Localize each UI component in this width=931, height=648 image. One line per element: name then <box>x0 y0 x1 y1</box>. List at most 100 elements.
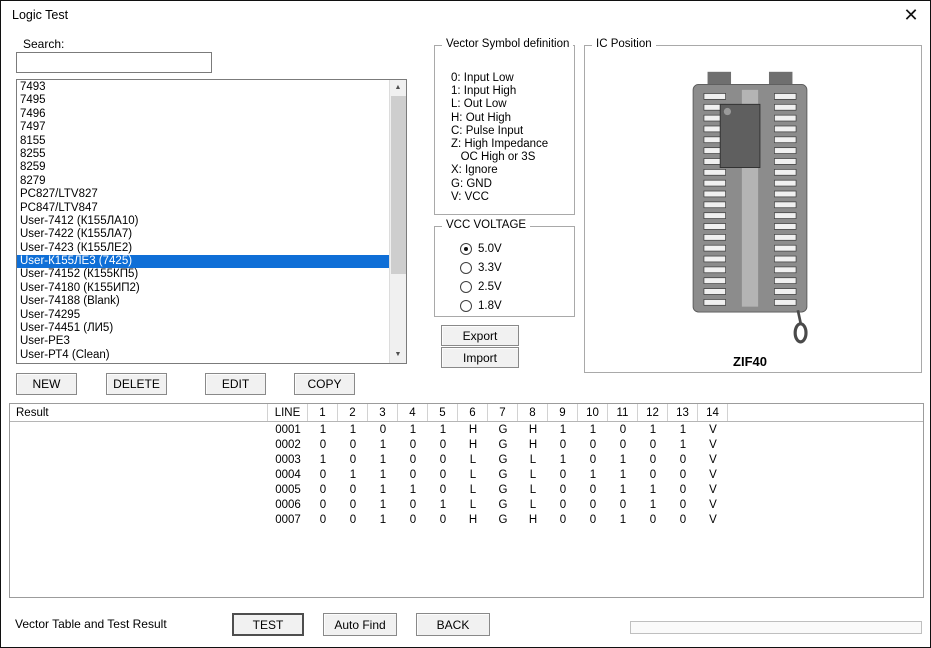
value-cell: 0 <box>638 512 668 527</box>
edit-button[interactable]: EDIT <box>205 373 266 395</box>
list-item[interactable]: User-РТ4 (Clean) <box>17 349 389 362</box>
pin-column-header[interactable]: 12 <box>638 404 668 421</box>
value-cell: 0 <box>398 467 428 482</box>
pin-column-header[interactable]: 9 <box>548 404 578 421</box>
list-item[interactable]: PC847/LTV847 <box>17 202 389 215</box>
pin-column-header[interactable]: 3 <box>368 404 398 421</box>
list-item[interactable]: User-7423 (К155ЛЕ2) <box>17 242 389 255</box>
value-cell: H <box>458 422 488 437</box>
value-cell: G <box>488 497 518 512</box>
list-item[interactable]: User-74188 (Blank) <box>17 295 389 308</box>
test-button[interactable]: TEST <box>232 613 304 636</box>
pin-column-header[interactable]: 14 <box>698 404 728 421</box>
list-item[interactable]: 7496 <box>17 108 389 121</box>
list-item[interactable]: 8279 <box>17 175 389 188</box>
radio-icon <box>460 300 472 312</box>
list-item[interactable]: User-7412 (К155ЛА10) <box>17 215 389 228</box>
value-cell: 1 <box>608 482 638 497</box>
list-item[interactable]: User-74451 (ЛИ5) <box>17 322 389 335</box>
value-cell: L <box>458 482 488 497</box>
list-item[interactable]: 8255 <box>17 148 389 161</box>
value-cell: 0 <box>338 497 368 512</box>
list-item[interactable]: 7497 <box>17 121 389 134</box>
pin-column-header[interactable]: 13 <box>668 404 698 421</box>
value-cell: V <box>698 452 728 467</box>
list-scrollbar[interactable]: ▲ ▼ <box>389 80 406 363</box>
value-cell: G <box>488 482 518 497</box>
value-cell: 0 <box>338 452 368 467</box>
device-listbox[interactable]: 74937495749674978155825582598279PC827/LT… <box>16 79 407 364</box>
value-cell: H <box>458 437 488 452</box>
pin-column-header[interactable]: 1 <box>308 404 338 421</box>
value-cell: 0 <box>608 497 638 512</box>
pin-column-header[interactable]: 7 <box>488 404 518 421</box>
vcc-options: 5.0V3.3V2.5V 1.8V <box>435 227 574 315</box>
table-row[interactable]: 000401100LGL01100V <box>10 467 923 482</box>
close-icon[interactable]: ✕ <box>897 2 925 28</box>
table-row[interactable]: 000310100LGL10100V <box>10 452 923 467</box>
value-cell: 0 <box>368 422 398 437</box>
vcc-option[interactable]: 3.3V <box>435 258 574 277</box>
vcc-option[interactable]: 1.8V <box>435 296 574 315</box>
vcc-option-label: 1.8V <box>478 300 502 312</box>
export-button[interactable]: Export <box>441 325 519 346</box>
result-table-header: Result LINE 1234567891011121314 <box>10 404 923 422</box>
pin-column-header[interactable]: 11 <box>608 404 638 421</box>
new-button[interactable]: NEW <box>16 373 77 395</box>
copy-button[interactable]: COPY <box>294 373 355 395</box>
table-row[interactable]: 000200100HGH00001V <box>10 437 923 452</box>
pin-column-header[interactable]: 5 <box>428 404 458 421</box>
pin-column-header[interactable]: 8 <box>518 404 548 421</box>
value-cell: G <box>488 437 518 452</box>
value-cell: 0 <box>428 512 458 527</box>
value-cell: 0 <box>428 482 458 497</box>
table-row[interactable]: 000111011HGH11011V <box>10 422 923 437</box>
header-filler <box>728 404 923 421</box>
scroll-down-icon[interactable]: ▼ <box>390 347 406 363</box>
table-row[interactable]: 000600101LGL00010V <box>10 497 923 512</box>
search-input[interactable] <box>16 52 212 73</box>
table-row[interactable]: 000700100HGH00100V <box>10 512 923 527</box>
value-cell: 1 <box>308 452 338 467</box>
pin-column-header[interactable]: 4 <box>398 404 428 421</box>
list-item[interactable]: 7493 <box>17 81 389 94</box>
ic-position-group-title: IC Position <box>592 38 656 50</box>
value-cell: G <box>488 452 518 467</box>
value-cell: 1 <box>608 467 638 482</box>
vector-symbol-line: X: Ignore <box>451 164 574 177</box>
vcc-option[interactable]: 2.5V <box>435 277 574 296</box>
table-row[interactable]: 000500110LGL00110V <box>10 482 923 497</box>
value-cell: V <box>698 482 728 497</box>
vector-symbol-line: OC High or 3S <box>451 151 574 164</box>
value-cell: 1 <box>368 482 398 497</box>
value-cell: L <box>518 452 548 467</box>
line-column-header[interactable]: LINE <box>268 404 308 421</box>
value-cell: 0 <box>338 437 368 452</box>
auto-find-button[interactable]: Auto Find <box>323 613 397 636</box>
line-cell: 0006 <box>268 497 308 512</box>
list-item[interactable]: User-РЕ3 <box>17 335 389 348</box>
result-cell <box>10 497 268 512</box>
list-item[interactable]: User-74180 (К155ИП2) <box>17 282 389 295</box>
pin-column-header[interactable]: 10 <box>578 404 608 421</box>
scroll-up-icon[interactable]: ▲ <box>390 80 406 96</box>
result-cell <box>10 482 268 497</box>
pin-column-header[interactable]: 6 <box>458 404 488 421</box>
list-item[interactable]: 8155 <box>17 135 389 148</box>
list-item[interactable]: PC827/LTV827 <box>17 188 389 201</box>
list-item[interactable]: User-К155ЛЕ3 (7425) <box>17 255 389 268</box>
import-button[interactable]: Import <box>441 347 519 368</box>
list-item[interactable]: 7495 <box>17 94 389 107</box>
vcc-option[interactable]: 5.0V <box>435 239 574 258</box>
list-item[interactable]: 8259 <box>17 161 389 174</box>
scroll-thumb[interactable] <box>391 96 406 274</box>
list-item[interactable]: User-74295 <box>17 309 389 322</box>
result-column-header[interactable]: Result <box>10 404 268 421</box>
pin-column-header[interactable]: 2 <box>338 404 368 421</box>
back-button[interactable]: BACK <box>416 613 490 636</box>
value-cell: 0 <box>668 497 698 512</box>
value-cell: 0 <box>308 482 338 497</box>
list-item[interactable]: User-74152 (К155КП5) <box>17 268 389 281</box>
delete-button[interactable]: DELETE <box>106 373 167 395</box>
list-item[interactable]: User-7422 (К155ЛА7) <box>17 228 389 241</box>
